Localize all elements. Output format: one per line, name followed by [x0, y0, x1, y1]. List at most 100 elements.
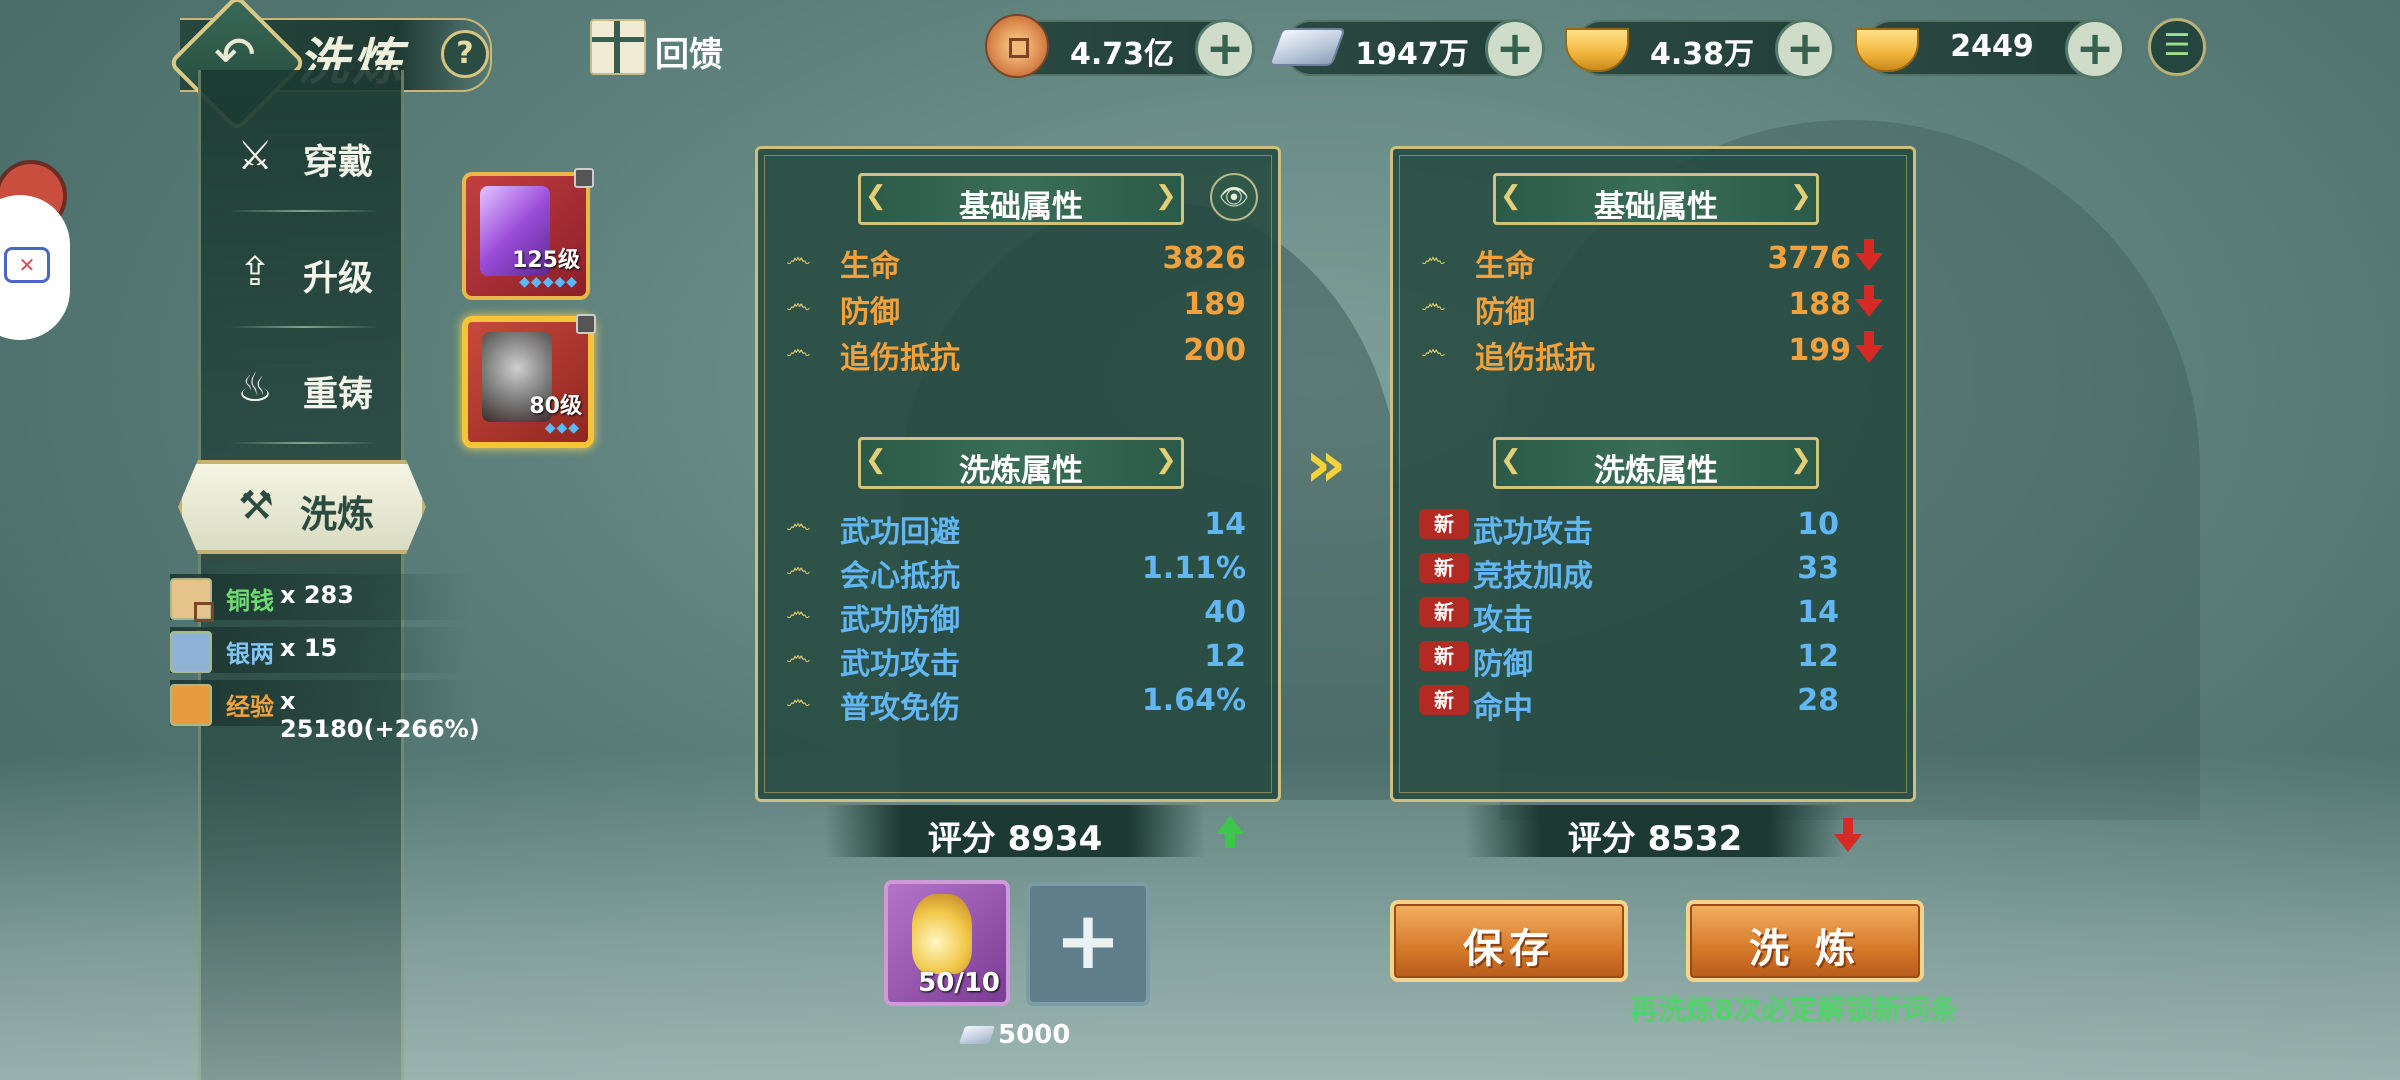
currency-ingot: 2449 + [1855, 19, 2125, 79]
attribute-row: ෴ 武功回避 14 [786, 505, 1246, 550]
new-badge-icon: 新 [1419, 641, 1469, 671]
cloud-swirl-icon: ෴ [786, 641, 811, 671]
menu-list-icon[interactable]: ☰ [2148, 18, 2206, 76]
gem-slots: ◆◆◆◆◆ [519, 274, 578, 290]
nav-item-recast[interactable]: ♨ 重铸 [221, 346, 401, 426]
attribute-name: 竞技加成 [1473, 559, 1593, 594]
attribute-name: 生命 [1475, 249, 1535, 284]
material-count: 50/10 [918, 968, 1000, 998]
attribute-value: 199 [1788, 333, 1851, 368]
section-header-refine: ❮ 洗炼属性 ❯ [1493, 437, 1819, 489]
refine-material-slot[interactable]: 50/10 [884, 880, 1010, 1006]
current-attributes-panel: ❮ 基础属性 ❯ 👁 ෴ 生命 3826 ෴ 防御 189 ෴ 追伤抵抗 200… [755, 146, 1281, 802]
attribute-name: 普攻免伤 [840, 691, 960, 726]
anvil-icon: ⚒ [238, 483, 274, 529]
upgrade-arrow-icon: ⇪ [238, 249, 272, 295]
attribute-name: 攻击 [1473, 603, 1533, 638]
new-badge-icon: 新 [1419, 597, 1469, 627]
nav-item-refine-active[interactable]: ⚒ 洗炼 [178, 460, 426, 554]
cloud-swirl-icon: ෴ [786, 685, 811, 715]
cost-exp: 经验 x 25180(+266%) [170, 680, 480, 743]
attribute-row: ෴ 武功攻击 12 [786, 637, 1246, 682]
nav-item-upgrade[interactable]: ⇪ 升级 [221, 230, 401, 310]
section-title: 基础属性 [1594, 189, 1718, 225]
nav-item-label: 穿戴 [303, 143, 374, 183]
attribute-value: 3826 [1162, 241, 1247, 276]
gift-icon [590, 19, 646, 75]
cost-name: 经验 [226, 693, 274, 721]
new-badge-icon: 新 [1419, 553, 1469, 583]
add-silver-button[interactable]: + [1485, 19, 1545, 79]
attribute-value: 188 [1788, 287, 1851, 322]
attribute-row: ෴ 会心抵抗 1.11% [786, 549, 1246, 594]
gem-slots: ◆◆◆ [544, 420, 580, 436]
attribute-row: ෴ 追伤抵抗 199 [1421, 331, 1883, 376]
attribute-name: 武功防御 [840, 603, 960, 638]
silver-cost-value: 5000 [998, 1020, 1071, 1050]
attribute-row: 新 命中 28 [1419, 681, 1839, 726]
save-button[interactable]: 保存 [1390, 900, 1628, 982]
add-ingot-button[interactable]: + [2065, 19, 2125, 79]
flame-icon: ♨ [237, 365, 273, 411]
add-copper-button[interactable]: + [1195, 19, 1255, 79]
add-locked-ingot-button[interactable]: + [1775, 19, 1835, 79]
attribute-row: ෴ 防御 188 [1421, 285, 1883, 330]
attribute-name: 武功攻击 [840, 647, 960, 682]
cost-name: 银两 [226, 640, 274, 668]
section-title: 洗炼属性 [1594, 453, 1718, 489]
cost-amount: x 25180(+266%) [280, 687, 480, 743]
cost-amount: x 15 [280, 634, 338, 662]
attribute-value: 12 [1204, 639, 1246, 674]
score-preview: 评分 8532 [1465, 805, 1845, 859]
decrease-arrow-icon [1855, 239, 1883, 271]
equipment-slot-helmet-selected[interactable]: 80级 ◆◆◆ [462, 314, 596, 448]
attribute-value: 14 [1204, 507, 1246, 542]
attribute-name: 追伤抵抗 [840, 341, 960, 376]
refine-button-label: 洗 炼 [1749, 926, 1861, 972]
attribute-value: 3776 [1767, 241, 1852, 276]
cost-name: 铜钱 [226, 587, 274, 615]
cost-copper: 铜钱 x 283 [170, 574, 470, 622]
cloud-swirl-icon: ෴ [786, 289, 811, 319]
cloud-swirl-icon: ෴ [786, 509, 811, 539]
chat-bubble-button[interactable]: ✕ [0, 195, 70, 340]
preview-attributes-panel: ❮ 基础属性 ❯ ෴ 生命 3776 ෴ 防御 188 ෴ 追伤抵抗 199 ❮… [1390, 146, 1916, 802]
attribute-value: 40 [1204, 595, 1246, 630]
ornament-icon: ❯ [1790, 181, 1812, 211]
ornament-icon: ❯ [1155, 445, 1177, 475]
refine-button[interactable]: 洗 炼 [1686, 900, 1924, 982]
nav-item-wear[interactable]: ⚔ 穿戴 [221, 114, 401, 194]
cloud-swirl-icon: ෴ [786, 335, 811, 365]
crossed-swords-icon: ⚔ [237, 133, 273, 179]
decrease-arrow-icon [1855, 331, 1883, 363]
score-value: 评分 8532 [1567, 819, 1743, 859]
section-header-base: ❮ 基础属性 ❯ [858, 173, 1184, 225]
nav-item-label: 升级 [303, 259, 374, 299]
attribute-name: 防御 [1473, 647, 1533, 682]
decrease-arrow-icon [1834, 818, 1862, 852]
attribute-name: 命中 [1473, 691, 1533, 726]
nav-divider [229, 442, 379, 444]
section-title: 基础属性 [959, 189, 1083, 225]
attribute-value: 28 [1797, 683, 1839, 718]
attribute-row: ෴ 防御 189 [786, 285, 1246, 330]
increase-arrow-icon [1216, 816, 1244, 848]
cloud-swirl-icon: ෴ [1421, 243, 1446, 273]
ornament-icon: ❯ [1155, 181, 1177, 211]
attribute-row: 新 防御 12 [1419, 637, 1839, 682]
silver-icon [170, 631, 212, 673]
help-button[interactable]: ? [441, 30, 489, 78]
attribute-row: 新 攻击 14 [1419, 593, 1839, 638]
nav-item-label: 洗炼 [300, 493, 374, 536]
add-material-button[interactable]: + [1026, 882, 1150, 1006]
feedback-button[interactable]: 回馈 [590, 15, 770, 77]
potion-bottle-icon [912, 894, 972, 974]
section-title: 洗炼属性 [959, 453, 1083, 489]
equipment-slot-weapon[interactable]: 125级 ◆◆◆◆◆ [462, 168, 594, 300]
section-header-refine: ❮ 洗炼属性 ❯ [858, 437, 1184, 489]
save-button-label: 保存 [1463, 926, 1555, 972]
attribute-value: 1.64% [1141, 683, 1246, 718]
eye-icon[interactable]: 👁 [1210, 173, 1258, 221]
currency-copper: 4.73亿 + [985, 14, 1255, 79]
lock-icon [574, 168, 594, 188]
